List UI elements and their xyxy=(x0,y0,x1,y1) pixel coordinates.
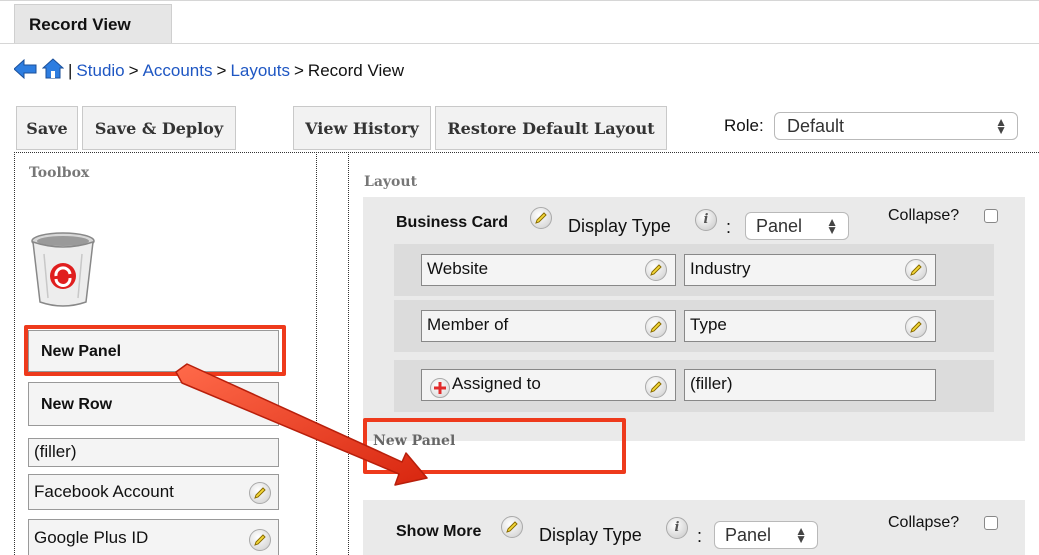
drag-arrow xyxy=(175,363,428,486)
